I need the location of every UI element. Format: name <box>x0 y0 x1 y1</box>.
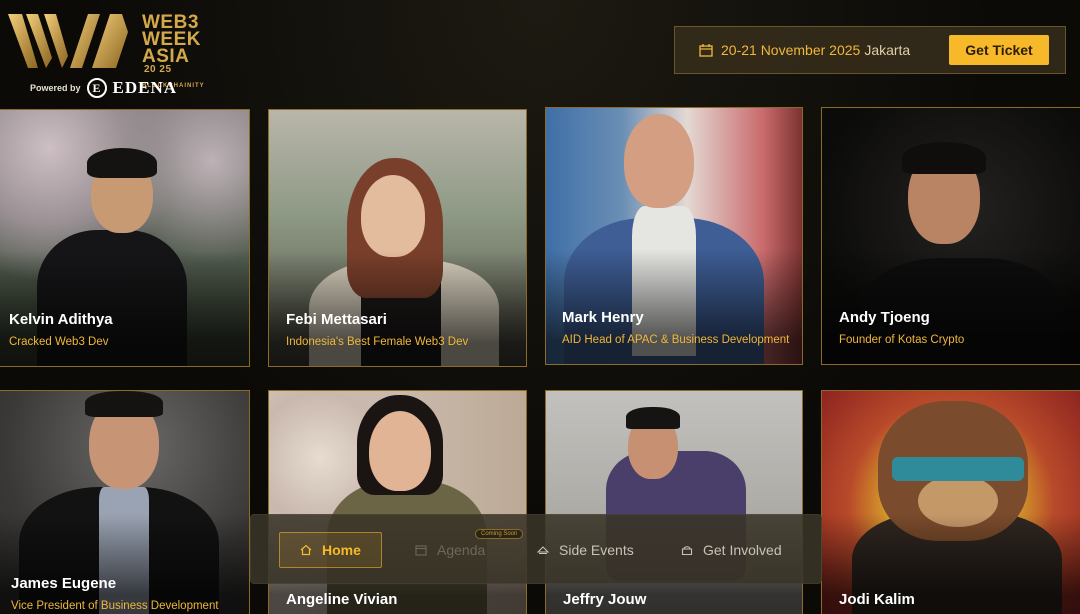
calendar-icon <box>699 43 713 57</box>
nav-get-involved-label: Get Involved <box>703 542 782 558</box>
coming-soon-badge: Coming Soon <box>475 529 524 539</box>
nav-side-events-label: Side Events <box>559 542 634 558</box>
speaker-role: Vice President of Business Development <box>11 600 219 612</box>
speaker-name: Andy Tjoeng <box>839 309 930 326</box>
event-date: 20-21 November 2025 <box>721 42 861 58</box>
nav-agenda-label: Agenda <box>437 542 486 558</box>
speaker-card[interactable]: James Eugene Vice President of Business … <box>0 390 250 614</box>
nav-home[interactable]: Home <box>279 532 382 568</box>
nav-side-events[interactable]: Side Events <box>537 532 634 568</box>
speaker-role: Indonesia's Best Female Web3 Dev <box>286 336 469 348</box>
side-events-icon <box>537 546 549 555</box>
speaker-name: Jeffry Jouw <box>563 591 647 608</box>
event-logo[interactable]: WEB3 WEEK ASIA20 25 BLOCKCHAINITY Powere… <box>8 12 204 98</box>
edena-name: EDENA <box>112 78 178 97</box>
speaker-name: Mark Henry <box>562 309 644 326</box>
page: WEB3 WEEK ASIA20 25 BLOCKCHAINITY Powere… <box>0 0 1080 614</box>
speaker-name: James Eugene <box>11 575 117 592</box>
edena-logo-icon: E <box>86 78 107 98</box>
get-involved-icon <box>681 546 693 556</box>
speaker-name: Kelvin Adithya <box>9 311 113 328</box>
powered-by-label: Powered by <box>30 83 81 93</box>
nav-get-involved[interactable]: Get Involved <box>681 532 782 568</box>
get-ticket-button[interactable]: Get Ticket <box>949 35 1049 65</box>
home-icon <box>300 544 312 556</box>
speaker-card[interactable]: Andy Tjoeng Founder of Kotas Crypto <box>821 107 1080 365</box>
speaker-role: Cracked Web3 Dev <box>9 336 109 348</box>
speaker-card[interactable]: Jodi Kalim <box>821 390 1080 614</box>
nav-agenda[interactable]: Agenda <box>415 532 485 568</box>
speaker-name: Jodi Kalim <box>839 591 915 608</box>
speaker-card[interactable]: Mark Henry AID Head of APAC & Business D… <box>545 107 803 365</box>
nav-home-label: Home <box>322 542 361 558</box>
speaker-name: Febi Mettasari <box>286 311 387 328</box>
speaker-role: AID Head of APAC & Business Development <box>562 334 790 346</box>
powered-by: Powered by E EDENA <box>30 78 177 98</box>
calendar-icon <box>415 545 427 556</box>
wwa-logo-mark-icon <box>8 14 128 68</box>
speaker-role: Founder of Kotas Crypto <box>839 334 965 346</box>
speaker-name: Angeline Vivian <box>286 591 398 608</box>
event-city: Jakarta <box>864 42 911 58</box>
bottom-navigation: Home Agenda Coming Soon Side Events Get … <box>250 514 822 584</box>
event-info-bar: 20-21 November 2025 Jakarta Get Ticket <box>674 26 1066 74</box>
speaker-card[interactable]: Kelvin Adithya Cracked Web3 Dev <box>0 109 250 367</box>
speaker-card[interactable]: Febi Mettasari Indonesia's Best Female W… <box>268 109 527 367</box>
